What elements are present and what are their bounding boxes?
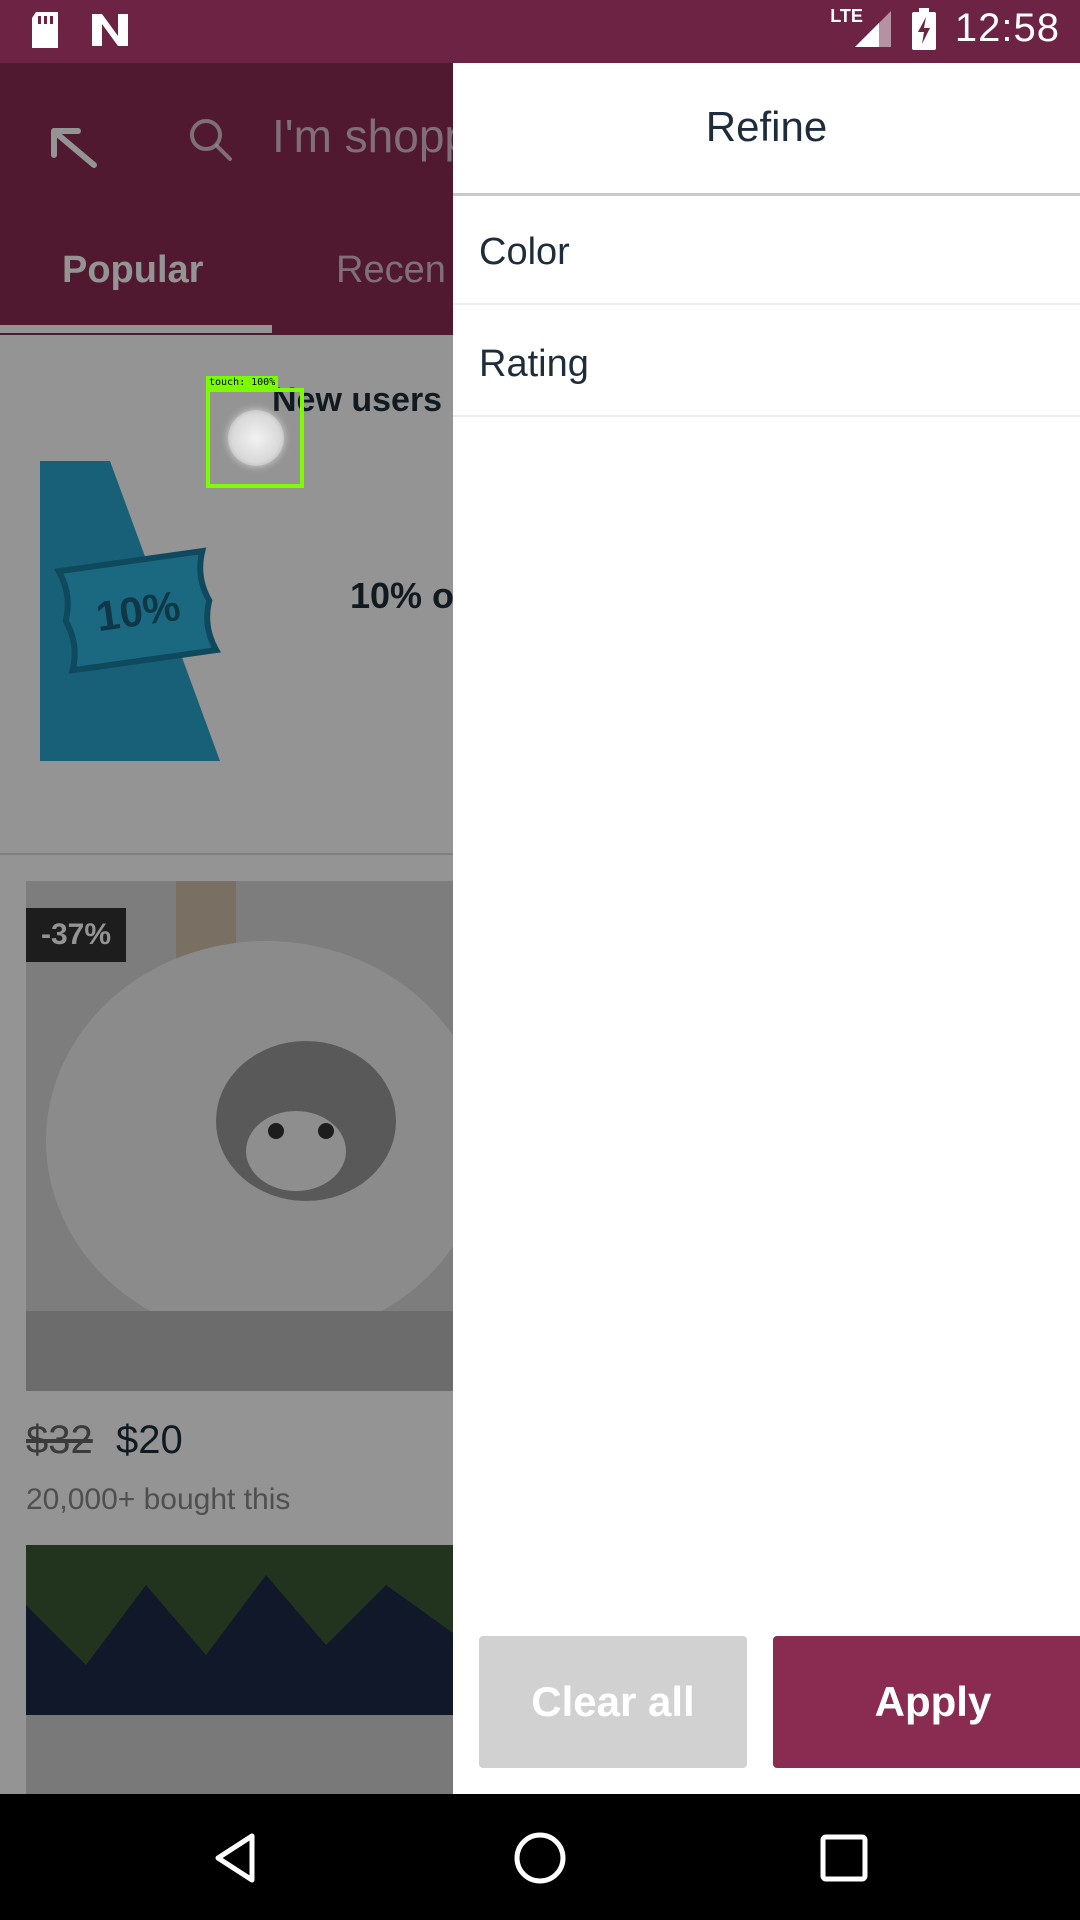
battery-charging-icon [911,7,936,50]
item-divider [453,415,1080,417]
refine-drawer: Refine Color Rating Clear all Apply [453,63,1080,1794]
clear-all-button[interactable]: Clear all [479,1636,747,1768]
clock: 12:58 [954,6,1060,50]
navigation-bar [0,1794,1080,1920]
refine-item-color[interactable]: Color [479,231,570,274]
sd-card-icon [32,12,58,48]
header-divider [453,193,1080,196]
drawer-title: Refine [705,103,828,150]
n-logo-icon [92,14,128,46]
touch-point [228,410,284,466]
item-divider [453,303,1080,305]
refine-item-rating[interactable]: Rating [479,343,589,386]
home-nav-icon[interactable] [510,1828,570,1888]
recents-nav-icon[interactable] [814,1828,874,1888]
back-nav-icon[interactable] [206,1828,266,1888]
apply-button[interactable]: Apply [773,1636,1080,1768]
network-type: LTE [830,6,863,26]
status-bar: LTE 12:58 [0,0,1080,63]
